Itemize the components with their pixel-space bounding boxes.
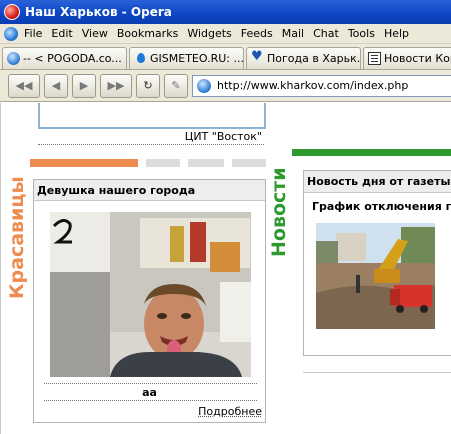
news-image [316, 223, 435, 329]
menu-file[interactable]: File [24, 27, 42, 40]
tab-gismeteo[interactable]: GISMETEO.RU: ... [129, 47, 244, 69]
globe-icon [7, 52, 20, 65]
divider [44, 383, 257, 384]
menu-widgets[interactable]: Widgets [187, 27, 231, 40]
menu-feeds[interactable]: Feeds [241, 27, 273, 40]
reload-button[interactable]: ↻ [136, 73, 160, 98]
menu-edit[interactable]: Edit [51, 27, 72, 40]
previous-widget-caption[interactable]: ЦИТ "Восток" [38, 130, 262, 143]
back-icon: ◀ [51, 79, 61, 92]
menu-tools[interactable]: Tools [348, 27, 375, 40]
section-bar-grey [232, 159, 266, 167]
more-link[interactable]: Подробнее [198, 405, 262, 418]
newspaper-icon [368, 52, 381, 65]
menu-mail[interactable]: Mail [282, 27, 304, 40]
section-title-news: Новости [268, 167, 290, 257]
divider [303, 372, 451, 373]
window-title: Наш Харьков - Opera [25, 5, 172, 19]
tab-label: Погода в Харьк... [267, 52, 361, 65]
reload-icon: ↻ [143, 79, 153, 92]
tab-label: Новости Ком [384, 52, 451, 65]
previous-widget-box [38, 103, 266, 129]
forward-icon: ▶ [79, 79, 89, 92]
section-bar-grey [188, 159, 224, 167]
opera-logo-icon [4, 4, 20, 20]
window-titlebar: Наш Харьков - Opera [0, 0, 451, 24]
heart-icon [251, 49, 264, 65]
girl-photo[interactable] [50, 212, 251, 377]
tab-bar: -- < POGODA.co... GISMETEO.RU: ... Погод… [0, 44, 451, 70]
photo-image [50, 212, 251, 377]
photo-caption[interactable]: aa [34, 386, 265, 399]
address-field[interactable]: http://www.kharkov.com/index.php [192, 74, 451, 97]
section-title-beauties: Красавицы [6, 176, 28, 299]
news-of-day-panel: Новость дня от газеты «Н График отключен… [303, 170, 451, 356]
news-photo[interactable] [316, 223, 435, 329]
news-headline[interactable]: График отключения г [312, 200, 451, 213]
address-url: http://www.kharkov.com/index.php [217, 79, 409, 92]
opera-menu-icon[interactable] [4, 26, 18, 41]
menu-bookmarks[interactable]: Bookmarks [117, 27, 178, 40]
fast-forward-button[interactable]: ▶▶ [100, 73, 132, 98]
drop-icon [134, 52, 147, 65]
page-border [0, 103, 1, 434]
pencil-icon: ✎ [171, 79, 181, 92]
menu-bar: File Edit View Bookmarks Widgets Feeds M… [0, 24, 451, 44]
globe-icon [197, 78, 211, 93]
menu-help[interactable]: Help [384, 27, 409, 40]
forward-button[interactable]: ▶ [72, 73, 96, 98]
menu-chat[interactable]: Chat [313, 27, 339, 40]
news-panel-title: Новость дня от газеты «Н [304, 171, 451, 193]
girl-panel-title: Девушка нашего города [34, 180, 265, 201]
section-bar-green [292, 149, 451, 156]
tab-pogoda-kharkov[interactable]: Погода в Харьк... [246, 47, 361, 69]
section-bar-orange [30, 159, 138, 167]
menu-view[interactable]: View [82, 27, 108, 40]
divider [44, 400, 257, 401]
girl-of-city-panel: Девушка нашего города aa Подробнее [33, 179, 266, 423]
divider [38, 144, 264, 145]
tab-label: -- < POGODA.co... [23, 52, 122, 65]
tab-label: GISMETEO.RU: ... [150, 52, 244, 65]
section-bar-grey [146, 159, 180, 167]
fast-forward-icon: ▶▶ [107, 79, 125, 92]
navigation-bar: ◀◀ ◀ ▶ ▶▶ ↻ ✎ http://www.kharkov.com/ind… [0, 70, 451, 102]
rewind-icon: ◀◀ [15, 79, 33, 92]
tab-pogoda[interactable]: -- < POGODA.co... [2, 47, 127, 69]
page-content: ЦИТ "Восток" Красавицы Девушка нашего го… [0, 103, 451, 434]
rewind-button[interactable]: ◀◀ [8, 73, 40, 98]
tab-novosti[interactable]: Новости Ком [363, 47, 451, 69]
edit-page-button[interactable]: ✎ [164, 73, 188, 98]
back-button[interactable]: ◀ [44, 73, 68, 98]
